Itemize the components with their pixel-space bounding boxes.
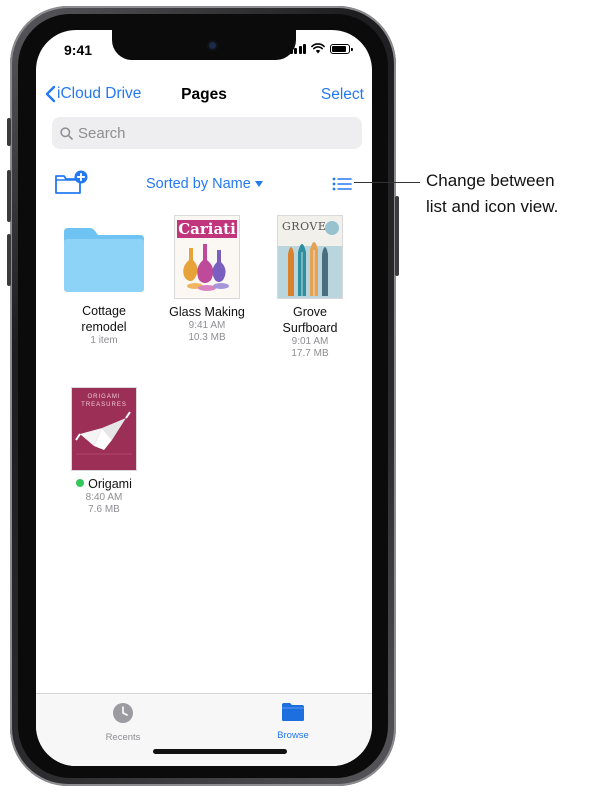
item-date: 9:41 AM (188, 320, 226, 331)
tab-label: Browse (277, 730, 309, 741)
glass-vases-image (183, 244, 229, 291)
status-time: 9:41 (64, 42, 93, 58)
search-placeholder: Search (78, 124, 126, 142)
item-size: 7.6 MB (88, 504, 120, 515)
item-size: 10.3 MB (188, 332, 226, 343)
tab-bar: Recents Browse (36, 693, 372, 766)
item-size: 17.7 MB (291, 348, 329, 359)
item-date: 9:01 AM (291, 336, 329, 347)
status-icons (289, 43, 353, 54)
volume-down-button (7, 234, 11, 286)
callout-line (354, 182, 420, 183)
phone-screen: 9:41 iCloud Drive Pages Select Search So… (36, 30, 372, 766)
battery-icon (330, 44, 353, 54)
surfboards-image (278, 221, 342, 298)
sort-menu-button[interactable]: Sorted by Name (146, 176, 263, 192)
volume-up-button (7, 170, 11, 222)
home-indicator (153, 749, 287, 754)
item-name: Glass Making (169, 305, 245, 319)
cellular-signal-icon (289, 43, 306, 54)
synced-status-dot (76, 479, 85, 487)
item-date: 8:40 AM (85, 492, 123, 503)
tab-label: Recents (105, 732, 141, 743)
silent-switch (7, 118, 11, 146)
document-thumbnail: Cariati (175, 216, 239, 298)
select-button[interactable]: Select (321, 86, 364, 104)
search-field[interactable]: Search (52, 117, 362, 149)
file-item-grove-surfboard[interactable]: GROVE Grove Surfboard 9:01 AM 17.7 MB (260, 216, 360, 360)
paper-crane-image (75, 411, 132, 455)
thumbnail-title: Cariati (177, 220, 237, 238)
file-item-cottage-remodel[interactable]: Cottage remodel 1 item (54, 226, 154, 347)
clock-icon (113, 703, 133, 723)
item-name: Cottage remodel (81, 304, 127, 334)
item-name: Grove Surfboard (282, 305, 338, 335)
folder-icon (64, 228, 144, 292)
callout-text: Change between list and icon view. (426, 171, 559, 216)
tab-browse[interactable]: Browse (248, 702, 338, 741)
sort-label: Sorted by Name (146, 176, 251, 192)
file-item-origami[interactable]: ORIGAMI TREASURES Origami 8:40 AM 7.6 MB (54, 388, 154, 516)
item-name: Origami (54, 476, 154, 492)
tab-recents[interactable]: Recents (78, 702, 168, 743)
folder-icon (282, 703, 304, 721)
front-camera (209, 42, 216, 49)
document-thumbnail: GROVE (278, 216, 342, 298)
new-folder-icon[interactable] (54, 170, 90, 196)
wifi-icon (311, 43, 325, 54)
notch (112, 30, 296, 60)
file-item-glass-making[interactable]: Cariati Glass Making 9:41 AM 10.3 MB (157, 216, 257, 344)
caret-down-icon (254, 181, 263, 187)
list-view-icon[interactable] (332, 176, 352, 192)
side-button (395, 196, 399, 276)
search-icon (60, 126, 73, 140)
document-thumbnail: ORIGAMI TREASURES (72, 388, 136, 470)
item-meta: 1 item (90, 335, 118, 346)
